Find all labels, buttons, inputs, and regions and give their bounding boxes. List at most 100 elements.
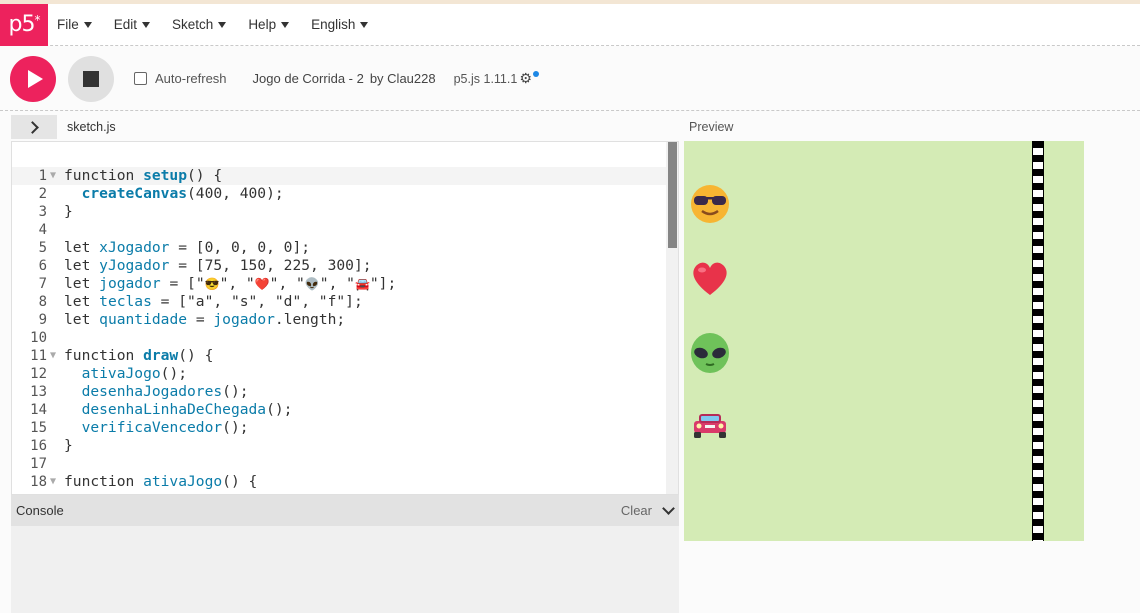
- fold-arrow-icon[interactable]: ▼: [48, 347, 64, 365]
- line-number: 16: [30, 438, 47, 454]
- chevron-right-icon: [26, 120, 39, 134]
- editor-scrollbar-thumb[interactable]: [668, 142, 677, 248]
- menu-bar: p5 * File Edit Sketch Help English: [0, 3, 1140, 46]
- line-number: 7: [38, 276, 47, 292]
- code-line[interactable]: 14 desenhaLinhaDeChegada();: [12, 401, 668, 419]
- caret-down-icon: [83, 21, 92, 28]
- editor-scrollbar[interactable]: [666, 142, 678, 494]
- code-text: let quantidade = jogador.length;: [64, 311, 345, 329]
- code-text: ativaJogo();: [64, 365, 187, 383]
- line-number: 5: [38, 240, 47, 256]
- fold-gutter: [48, 239, 64, 257]
- project-owner[interactable]: by Clau228: [370, 71, 436, 86]
- code-token: ();: [222, 419, 249, 436]
- caret-down-icon: [360, 21, 369, 28]
- code-text: function setup() {: [64, 167, 222, 185]
- code-token: function: [64, 167, 144, 184]
- code-line[interactable]: 5 let xJogador = [0, 0, 0, 0];: [12, 239, 668, 257]
- menu-sketch[interactable]: Sketch: [172, 17, 227, 32]
- code-text: }: [64, 203, 73, 221]
- menu-help[interactable]: Help: [248, 17, 290, 32]
- chevron-down-icon[interactable]: [662, 501, 675, 515]
- code-token: jogador: [99, 275, 161, 292]
- code-token: function: [64, 347, 144, 364]
- code-line[interactable]: 18 ▼ function ativaJogo() {: [12, 473, 668, 491]
- menu-label: Help: [248, 17, 277, 32]
- code-line[interactable]: 4: [12, 221, 668, 239]
- fold-gutter: [48, 311, 64, 329]
- code-line[interactable]: 1 ▼ function setup() {: [12, 167, 668, 185]
- code-token: 🚘: [354, 277, 370, 291]
- auto-refresh-label: Auto-refresh: [155, 71, 227, 86]
- code-text: }: [64, 437, 73, 455]
- code-line[interactable]: 3}: [12, 203, 668, 221]
- project-name[interactable]: Jogo de Corrida - 2: [253, 71, 364, 86]
- code-token: ", ": [219, 275, 255, 292]
- sketch-preview-canvas[interactable]: [684, 141, 1084, 541]
- menu-edit[interactable]: Edit: [113, 17, 151, 32]
- code-token: yJogador: [99, 257, 170, 274]
- code-line[interactable]: 6 let yJogador = [75, 150, 225, 300];: [12, 257, 668, 275]
- p5-version[interactable]: p5.js 1.11.1 ⚙: [454, 70, 539, 87]
- code-line[interactable]: 12 ativaJogo();: [12, 365, 668, 383]
- fold-gutter: [48, 293, 64, 311]
- logo-text: p5: [8, 12, 36, 37]
- play-button[interactable]: [10, 55, 56, 102]
- console-output: [11, 526, 679, 613]
- toolbar: Auto-refresh Jogo de Corrida - 2 by Clau…: [0, 47, 1140, 111]
- menu-english[interactable]: English: [311, 17, 369, 32]
- code-token: ", ": [319, 275, 355, 292]
- code-line[interactable]: 11 ▼ function draw() {: [12, 347, 668, 365]
- code-token: 👽: [304, 277, 320, 291]
- code-token: ();: [222, 383, 249, 400]
- code-text: let xJogador = [0, 0, 0, 0];: [64, 239, 310, 257]
- line-number: 11: [30, 348, 47, 364]
- console-clear-button[interactable]: Clear: [621, 503, 652, 518]
- code-token: ();: [266, 401, 293, 418]
- fold-arrow-icon[interactable]: ▼: [48, 473, 64, 491]
- code-line[interactable]: 17: [12, 455, 668, 473]
- code-line[interactable]: 9 let quantidade = jogador.length;: [12, 311, 668, 329]
- code-token: "];: [369, 275, 397, 292]
- code-line[interactable]: 13 desenhaJogadores();: [12, 383, 668, 401]
- line-number: 15: [30, 420, 47, 436]
- auto-refresh-checkbox[interactable]: [134, 72, 147, 85]
- line-number: 14: [30, 402, 47, 418]
- fold-arrow-icon[interactable]: ▼: [48, 167, 64, 185]
- line-number: 12: [30, 366, 47, 382]
- code-line[interactable]: 16}: [12, 437, 668, 455]
- code-area[interactable]: 1 ▼ function setup() {2 createCanvas(400, …: [12, 167, 668, 491]
- code-token: desenhaJogadores: [81, 383, 223, 400]
- alien-emoji: [688, 330, 732, 374]
- sidebar-toggle-button[interactable]: [11, 115, 57, 139]
- code-line[interactable]: 15 verificaVencedor();: [12, 419, 668, 437]
- code-line[interactable]: 10: [12, 329, 668, 347]
- menu-file[interactable]: File: [57, 17, 92, 32]
- code-line[interactable]: 2 createCanvas(400, 400);: [12, 185, 668, 203]
- p5-logo[interactable]: p5 *: [0, 3, 48, 46]
- code-text: let jogador = ["😎", "❤️", "👽", "🚘"];: [64, 275, 396, 293]
- code-line[interactable]: 8 let teclas = ["a", "s", "d", "f"];: [12, 293, 668, 311]
- line-number: 8: [38, 294, 47, 310]
- code-line[interactable]: 7 let jogador = ["😎", "❤️", "👽", "🚘"];: [12, 275, 668, 293]
- gear-icon[interactable]: ⚙: [519, 70, 532, 87]
- caret-down-icon: [281, 21, 290, 28]
- stop-button[interactable]: [68, 55, 114, 102]
- code-token: draw: [143, 347, 179, 364]
- fold-gutter: [48, 383, 64, 401]
- code-token: let: [64, 311, 100, 328]
- code-text: createCanvas(400, 400);: [64, 185, 284, 203]
- code-editor[interactable]: 1 ▼ function setup() {2 createCanvas(400, …: [11, 141, 679, 495]
- menu-label: Edit: [113, 17, 138, 32]
- code-token: ❤️: [254, 277, 270, 291]
- code-text: function ativaJogo() {: [64, 473, 257, 491]
- editor-header: sketch.js: [11, 114, 679, 140]
- red-heart-emoji: [688, 255, 732, 299]
- auto-refresh-toggle[interactable]: Auto-refresh: [134, 71, 227, 86]
- fold-gutter: [48, 401, 64, 419]
- code-token: () {: [178, 347, 214, 364]
